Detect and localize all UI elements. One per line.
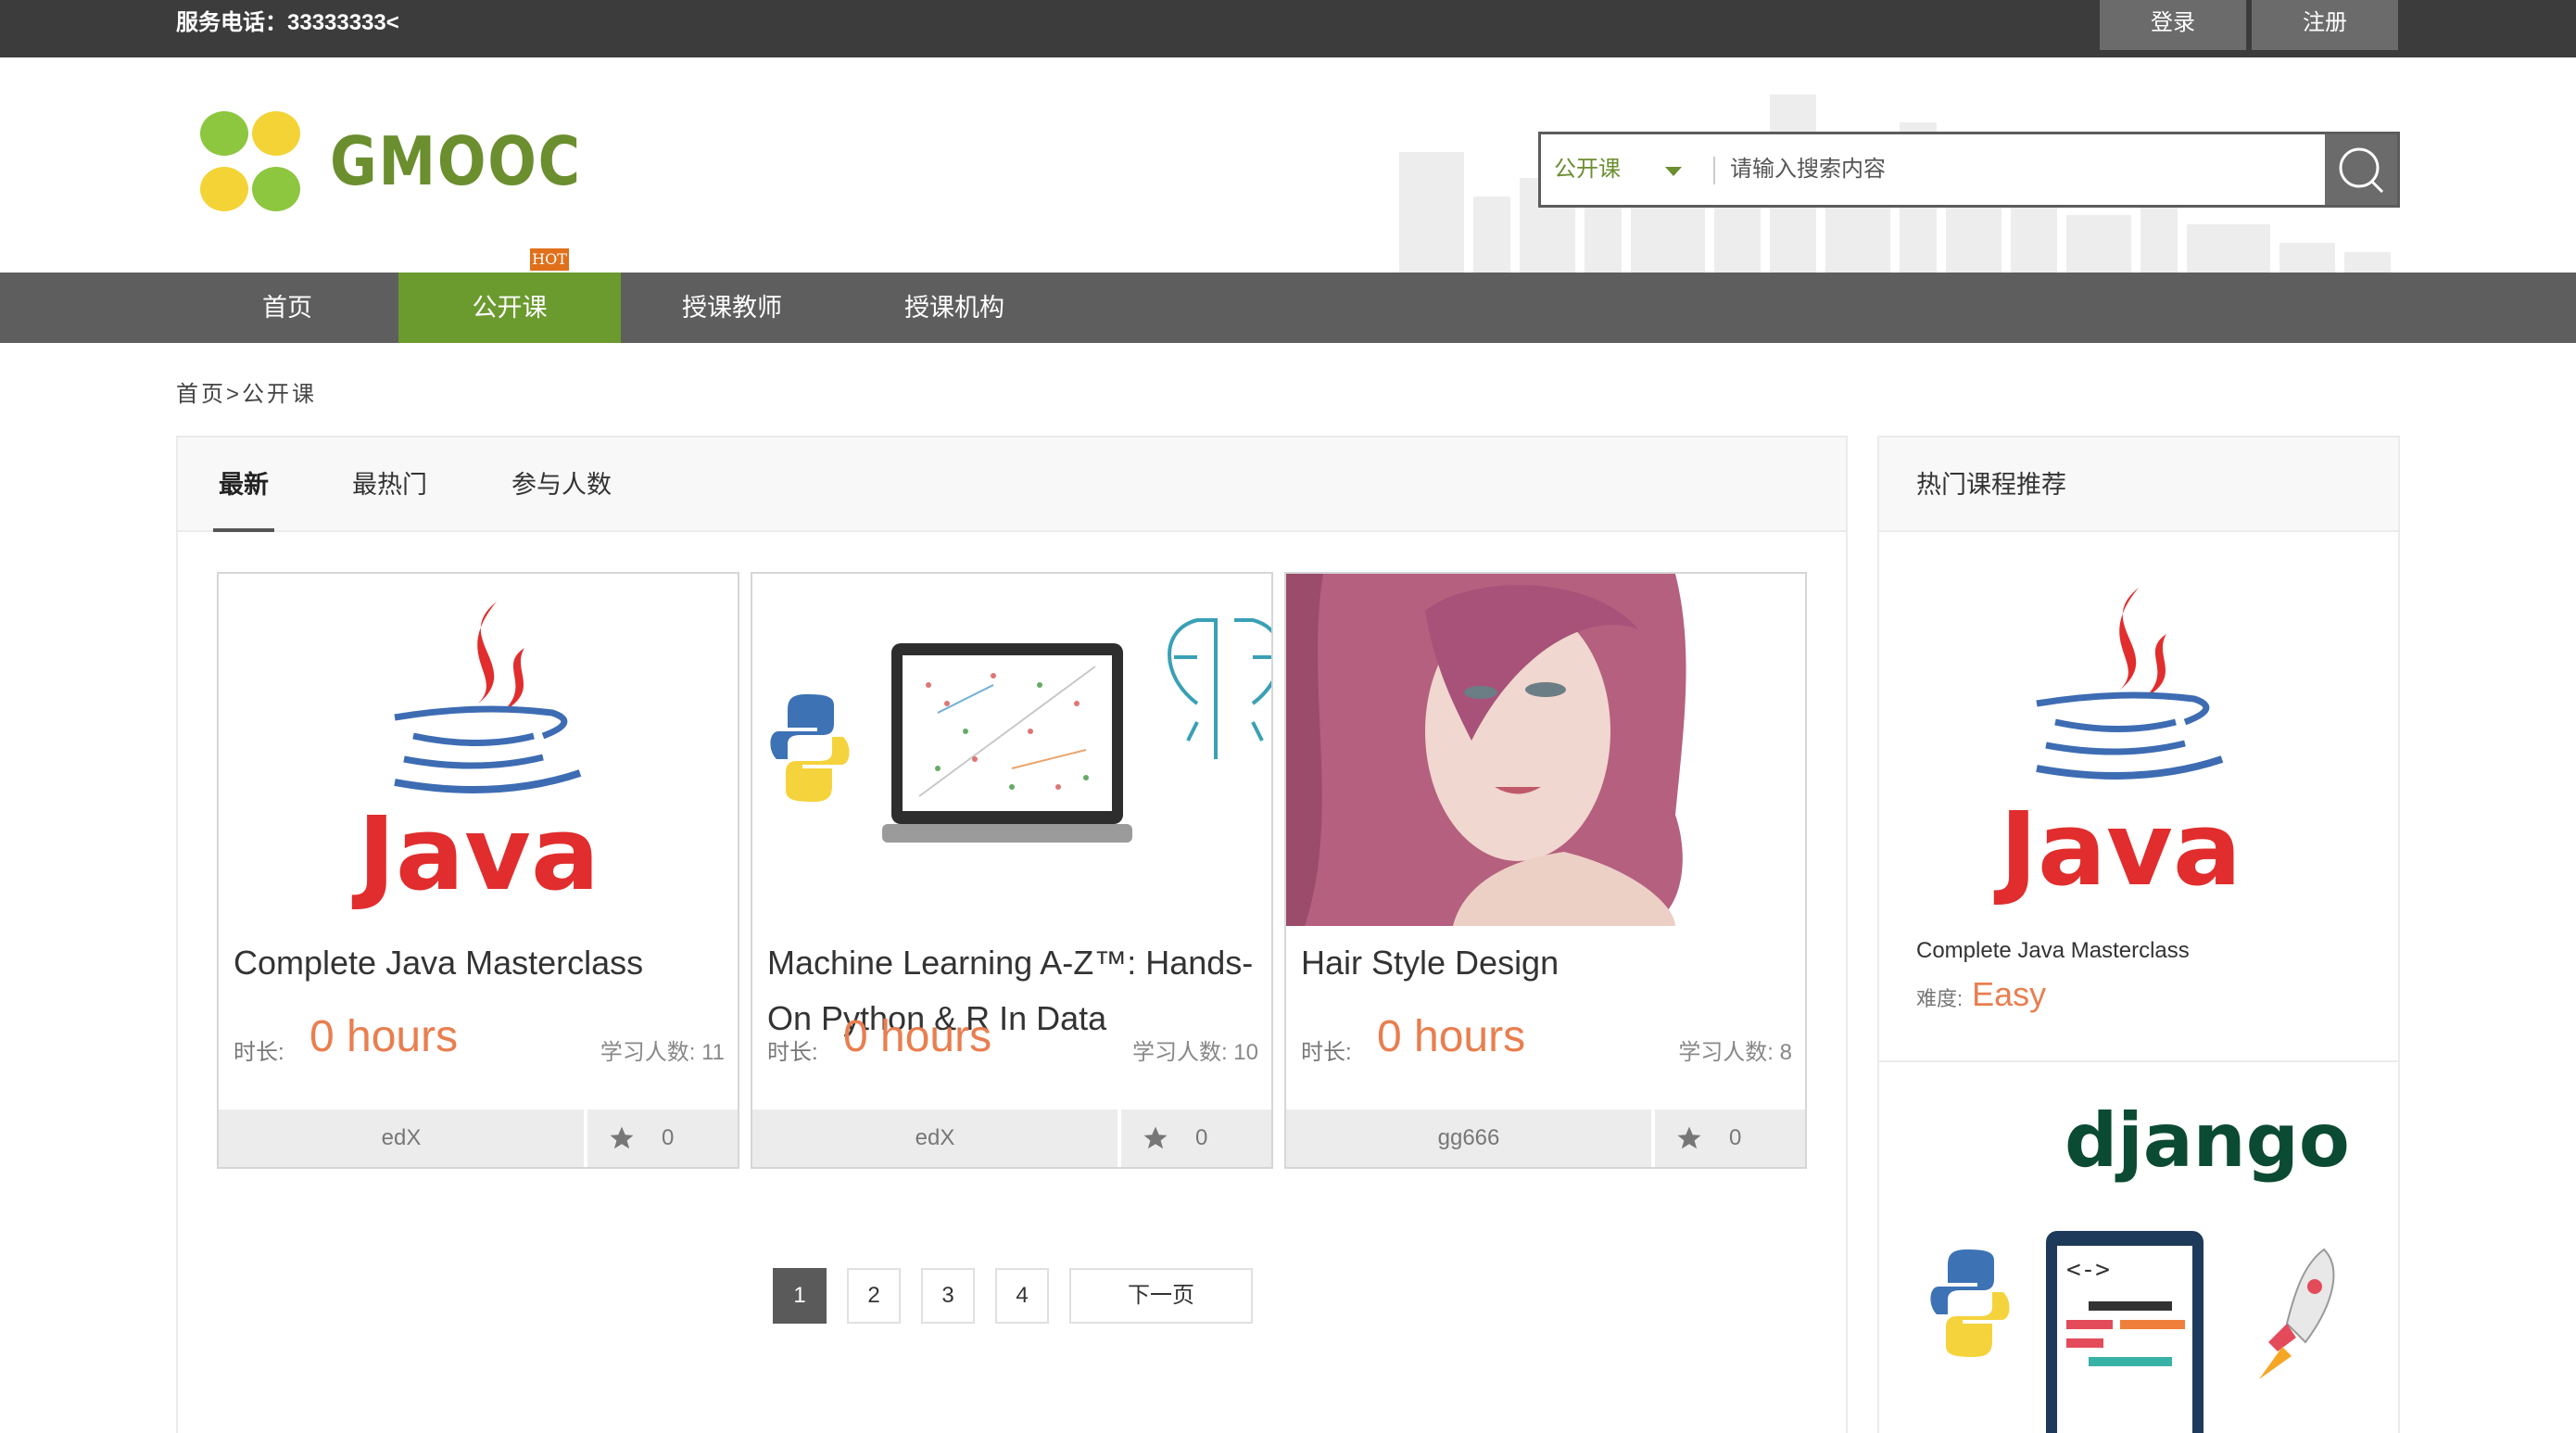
sort-tabs: 最新 最热门 参与人数 [178,438,1846,532]
top-bar: 服务电话：33333333< 登录 注册 [0,0,2576,57]
search-divider [1713,157,1715,184]
tab-latest[interactable]: 最新 [213,438,274,532]
course-footer: gg666 0 [1286,1110,1805,1167]
search-category-select[interactable]: 公开课 [1554,134,1621,205]
hot-badge: HOT [530,248,569,271]
course-card[interactable]: Machine Learning A-Z™: Hands-On Python &… [751,572,1273,1169]
difficulty-row: 难度: Easy [1916,975,2046,1014]
course-org[interactable]: edX [752,1110,1118,1167]
star-icon[interactable] [608,1124,636,1152]
nav-item-organizations[interactable]: 授课机构 [843,273,1066,343]
nav-item-open-courses[interactable]: 公开课 [398,273,621,343]
difficulty-label: 难度: [1916,987,1964,1010]
breadcrumb-separator: > [226,382,243,407]
footer-divider [584,1110,587,1167]
star-icon[interactable] [1675,1124,1703,1152]
student-count: 学习人数: 8 [1678,1040,1792,1065]
breadcrumb-home[interactable]: 首页 [176,382,226,407]
course-card[interactable]: Java Complete Java Masterclass 时长: 0 hou… [217,572,739,1169]
favorite-count: 0 [1729,1125,1742,1150]
ml-python-laptop-icon [770,618,1271,843]
breadcrumb: 首页>公开课 [176,375,317,408]
favorite-count: 0 [1195,1125,1208,1150]
django-logo-text: django [2065,1097,2350,1184]
nav-item-home[interactable]: 首页 [176,273,398,343]
course-footer: edX 0 [219,1110,738,1167]
page-4-button[interactable]: 4 [995,1268,1049,1324]
search-icon [2339,147,2384,194]
course-meta: 时长: 0 hours 学习人数: 10 [767,1011,1258,1067]
recommended-course-name[interactable]: Complete Java Masterclass [1916,938,2190,964]
svg-text:Java: Java [351,794,600,913]
course-thumbnail-hair[interactable] [1286,574,1805,926]
login-button[interactable]: 登录 [2100,0,2246,50]
course-org[interactable]: gg666 [1286,1110,1651,1167]
course-footer: edX 0 [752,1110,1271,1167]
course-meta: 时长: 0 hours 学习人数: 8 [1301,1011,1792,1067]
page-2-button[interactable]: 2 [847,1268,901,1324]
hot-courses-sidebar: 热门课程推荐 Java Complete Java Masterclass 难度… [1877,436,2400,1433]
course-title[interactable]: Complete Java Masterclass [234,935,734,991]
course-thumbnail-ml[interactable] [752,574,1271,926]
difficulty-value: Easy [1972,975,2047,1013]
course-list-panel: 最新 最热门 参与人数 Java Complete Java Mastercla… [176,436,1848,1433]
svg-text:Java: Java [1993,790,2241,908]
course-duration: 0 hours [309,1012,459,1061]
sidebar-title: 热门课程推荐 [1879,438,2398,532]
register-button[interactable]: 注册 [2252,0,2398,50]
django-course-image[interactable]: django <-> [1879,1064,2398,1433]
student-count: 学习人数: 11 [600,1040,725,1065]
course-duration: 0 hours [843,1012,992,1061]
recommended-course[interactable]: Java Complete Java Masterclass 难度: Easy [1879,532,2398,1062]
nav-item-teachers[interactable]: 授课教师 [621,273,843,343]
main-nav: 首页 公开课 授课教师 授课机构 [0,273,2576,343]
duration-label: 时长: [767,1040,818,1065]
star-icon[interactable] [1142,1124,1169,1152]
java-logo-icon: Java [351,602,600,913]
recommended-course[interactable]: django <-> [1879,1064,2398,1433]
next-page-button[interactable]: 下一页 [1069,1268,1253,1324]
header: GMOOC 公开课 [0,57,2576,273]
duration-label: 时长: [1301,1040,1352,1065]
tab-hottest[interactable]: 最热门 [352,438,427,532]
duration-label: 时长: [234,1040,284,1065]
student-count: 学习人数: 10 [1131,1040,1258,1065]
tab-participants[interactable]: 参与人数 [511,438,612,532]
course-meta: 时长: 0 hours 学习人数: 11 [234,1011,725,1067]
gmooc-logo-icon [200,111,300,211]
course-card[interactable]: Hair Style Design 时长: 0 hours 学习人数: 8 gg… [1284,572,1807,1169]
hair-model-image [1286,574,1805,926]
search-bar: 公开课 [1538,132,2400,208]
breadcrumb-current: 公开课 [242,382,318,407]
search-button[interactable] [2325,134,2397,205]
footer-divider [1651,1110,1655,1167]
search-input[interactable] [1730,147,2230,192]
brand-name: GMOOC [330,122,582,200]
java-logo-icon[interactable]: Java [1981,569,2296,921]
course-org[interactable]: edX [219,1110,584,1167]
footer-divider [1118,1110,1121,1167]
chevron-down-icon[interactable] [1665,167,1682,176]
course-duration: 0 hours [1377,1012,1526,1061]
service-phone: 服务电话：33333333< [176,10,399,35]
course-thumbnail-java[interactable]: Java [219,574,738,926]
page-3-button[interactable]: 3 [921,1268,975,1324]
course-title[interactable]: Hair Style Design [1301,935,1801,991]
page-1-button[interactable]: 1 [773,1268,827,1324]
svg-text:<->: <-> [2066,1256,2110,1284]
favorite-count: 0 [662,1125,675,1150]
